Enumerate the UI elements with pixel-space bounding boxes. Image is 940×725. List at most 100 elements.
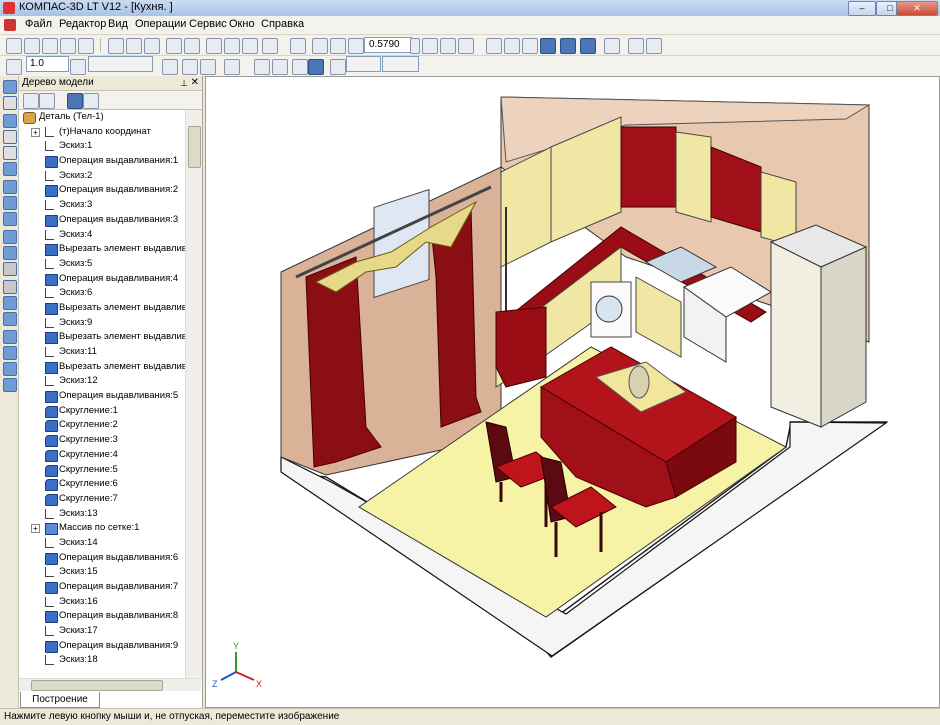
sketch-mode-icon[interactable] [3, 96, 17, 110]
zoom-dropdown-arrow-icon[interactable] [410, 38, 420, 54]
zoom-scale-field[interactable]: 0.5790 [364, 37, 412, 53]
tree-item[interactable]: Операция выдавливания:4 [19, 272, 185, 287]
new-file-icon[interactable] [6, 38, 22, 54]
tree-item[interactable]: Скругление:3 [19, 433, 185, 448]
tree-item[interactable]: Скругление:6 [19, 477, 185, 492]
tree-item[interactable]: Вырезать элемент выдавливан [19, 360, 185, 375]
local-cs-icon[interactable] [254, 59, 270, 75]
cut-tool-icon[interactable] [3, 230, 17, 244]
tree-order-icon[interactable] [39, 93, 55, 109]
shell-tool-icon[interactable] [3, 262, 17, 276]
zoom-in-icon[interactable] [312, 38, 328, 54]
refresh-icon[interactable] [646, 38, 662, 54]
tree-item[interactable]: Скругление:5 [19, 463, 185, 478]
tree-root[interactable]: Деталь (Тел-1) [19, 110, 185, 125]
tree-item[interactable]: Эскиз:13 [19, 507, 185, 522]
corner-icon[interactable] [292, 59, 308, 75]
tree-item[interactable]: Скругление:4 [19, 448, 185, 463]
zoom-out-icon[interactable] [330, 38, 346, 54]
tree-item[interactable]: Вырезать элемент выдавливан [19, 242, 185, 257]
select-icon[interactable] [3, 378, 17, 392]
redo-icon[interactable] [224, 38, 240, 54]
fillet-tool-icon[interactable] [3, 246, 17, 260]
menu-window[interactable]: Окно [229, 18, 255, 30]
tab-construction[interactable]: Построение [20, 692, 100, 708]
tree-item[interactable]: Эскиз:18 [19, 653, 185, 668]
tree-item[interactable]: Эскиз:4 [19, 228, 185, 243]
snap-active-icon[interactable] [308, 59, 324, 75]
tree-item[interactable]: Эскиз:3 [19, 198, 185, 213]
tree-item[interactable]: Операция выдавливания:8 [19, 609, 185, 624]
tree-horizontal-scrollbar[interactable] [19, 678, 201, 691]
step-field[interactable]: 1.0 [26, 56, 69, 72]
tree-item[interactable]: Операция выдавливания:5 [19, 389, 185, 404]
model-viewport[interactable]: Y X Z [205, 76, 940, 708]
tree-item[interactable]: Скругление:7 [19, 492, 185, 507]
zoom-window-icon[interactable] [290, 38, 306, 54]
cut-icon[interactable] [108, 38, 124, 54]
document-icon[interactable] [4, 19, 16, 31]
menu-operations[interactable]: Операции [135, 18, 186, 30]
revolve-tool-icon[interactable] [3, 196, 17, 210]
help-pointer-icon[interactable] [262, 38, 278, 54]
minimize-button[interactable]: – [848, 1, 876, 16]
tree-item[interactable]: Операция выдавливания:1 [19, 154, 185, 169]
tree-item[interactable]: Операция выдавливания:9 [19, 639, 185, 654]
wireframe-icon[interactable] [486, 38, 502, 54]
thin-lines-icon[interactable] [522, 38, 538, 54]
zoom-fit-icon[interactable] [348, 38, 364, 54]
display-icon[interactable] [628, 38, 644, 54]
tree-item[interactable]: Операция выдавливания:2 [19, 183, 185, 198]
expand-icon[interactable]: + [31, 127, 40, 137]
tree-item[interactable]: Эскиз:14 [19, 536, 185, 551]
pan-icon[interactable] [422, 38, 438, 54]
undo-icon[interactable] [206, 38, 222, 54]
tree-item[interactable]: Эскиз:2 [19, 169, 185, 184]
orthogonal-icon[interactable] [272, 59, 288, 75]
tree-item[interactable]: Эскиз:5 [19, 257, 185, 272]
save-icon[interactable] [42, 38, 58, 54]
open-file-icon[interactable] [24, 38, 40, 54]
tree-item[interactable]: Эскиз:15 [19, 565, 185, 580]
tree-structure-icon[interactable] [23, 93, 39, 109]
tree-item[interactable]: Эскиз:17 [19, 624, 185, 639]
tree-item[interactable]: Вырезать элемент выдавливан [19, 301, 185, 316]
mirror-tool-icon[interactable] [3, 312, 17, 326]
copy-icon[interactable] [126, 38, 142, 54]
diagnostics-icon[interactable] [3, 362, 17, 376]
tree-item[interactable]: Скругление:2 [19, 418, 185, 433]
perspective-icon[interactable] [580, 38, 596, 54]
plane-tool-icon[interactable] [3, 330, 17, 344]
dimensions-icon[interactable] [3, 130, 17, 144]
orientation-icon[interactable] [458, 38, 474, 54]
scroll-thumb[interactable] [31, 680, 163, 691]
tree-item[interactable]: Скругление:1 [19, 404, 185, 419]
shaded-icon[interactable] [540, 38, 556, 54]
scroll-thumb[interactable] [188, 126, 201, 168]
tree-item[interactable]: Эскиз:1 [19, 139, 185, 154]
library-icon[interactable] [184, 38, 200, 54]
print-icon[interactable] [60, 38, 76, 54]
tree-item[interactable]: Эскиз:16 [19, 595, 185, 610]
tree-item[interactable]: Операция выдавливания:3 [19, 213, 185, 228]
paste-icon[interactable] [144, 38, 160, 54]
shaded-edges-icon[interactable] [560, 38, 576, 54]
tree-item[interactable]: Вырезать элемент выдавливан [19, 330, 185, 345]
pin-icon[interactable]: ⊥ [180, 76, 188, 90]
tree-item[interactable]: Эскиз:12 [19, 374, 185, 389]
grid-icon[interactable] [224, 59, 240, 75]
measure-icon[interactable] [3, 162, 17, 176]
symbols-icon[interactable] [3, 146, 17, 160]
menu-help[interactable]: Справка [261, 18, 304, 30]
close-button[interactable]: ✕ [896, 1, 938, 16]
array-tool-icon[interactable] [3, 296, 17, 310]
tree-item[interactable]: Эскиз:11 [19, 345, 185, 360]
tree-item[interactable]: + Массив по сетке:1 [19, 521, 185, 536]
tree-item[interactable]: Эскиз:6 [19, 286, 185, 301]
axis-tool-icon[interactable] [3, 346, 17, 360]
menu-edit[interactable]: Редактор [59, 18, 106, 30]
tree-filter-icon[interactable] [83, 93, 99, 109]
hidden-lines-icon[interactable] [504, 38, 520, 54]
close-panel-icon[interactable]: ✕ [191, 76, 199, 90]
tree-view-icon[interactable] [67, 93, 83, 109]
